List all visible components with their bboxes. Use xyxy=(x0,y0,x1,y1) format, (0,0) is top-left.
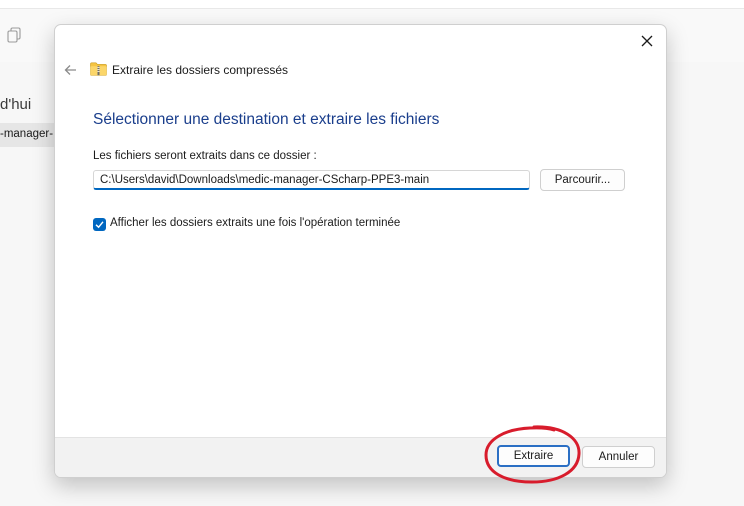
dialog-heading: Sélectionner une destination et extraire… xyxy=(93,111,440,128)
show-extracted-checkbox[interactable] xyxy=(93,218,106,231)
back-arrow-icon xyxy=(64,65,76,75)
explorer-group-heading: d'hui xyxy=(0,96,32,113)
extract-button[interactable]: Extraire xyxy=(497,445,570,467)
browse-button[interactable]: Parcourir... xyxy=(540,169,625,191)
close-icon xyxy=(641,35,653,47)
dialog-title: Extraire les dossiers compressés xyxy=(112,63,289,77)
explorer-selected-item-label: -manager- xyxy=(0,128,54,140)
show-extracted-label[interactable]: Afficher les dossiers extraits une fois … xyxy=(110,217,400,229)
dialog-footer xyxy=(55,437,666,477)
destination-label: Les fichiers seront extraits dans ce dos… xyxy=(93,150,317,162)
destination-path-input[interactable] xyxy=(93,170,530,190)
zip-folder-icon xyxy=(90,62,107,76)
extract-dialog: Extraire les dossiers compressés Sélecti… xyxy=(54,24,667,478)
copy-icon[interactable] xyxy=(7,27,21,43)
close-button[interactable] xyxy=(634,29,660,53)
cancel-button[interactable]: Annuler xyxy=(582,446,655,468)
explorer-title-strip xyxy=(0,0,744,9)
back-button[interactable] xyxy=(61,61,79,79)
checkmark-icon xyxy=(95,221,104,229)
